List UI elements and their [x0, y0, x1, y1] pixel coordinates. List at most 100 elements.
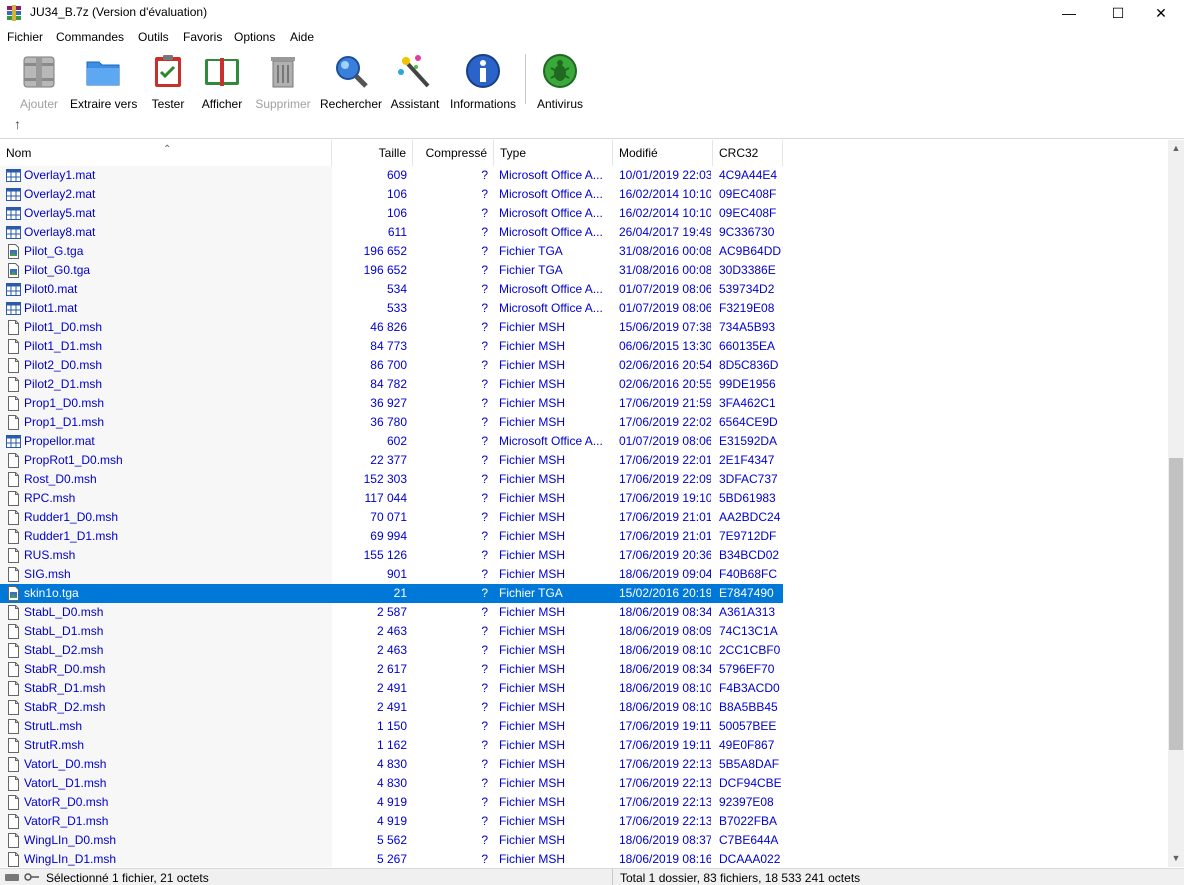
table-row[interactable]: WingLIn_D0.msh 5 562? Fichier MSH 18/06/201…	[0, 831, 783, 850]
table-row[interactable]: SIG.msh 901? Fichier MSH 18/06/2019 09:04 F4…	[0, 565, 783, 584]
file-icon	[6, 605, 21, 620]
delete-button[interactable]: Supprimer	[254, 52, 312, 111]
antivirus-button[interactable]: Antivirus	[534, 52, 586, 111]
file-crc32: B7022FBA	[719, 814, 778, 828]
file-compressed: ?	[481, 225, 488, 239]
table-row[interactable]: Pilot1.mat 533? Microsoft Office A... 01/07…	[0, 299, 783, 318]
table-row[interactable]: PropRot1_D0.msh 22 377? Fichier MSH 17/06/2…	[0, 451, 783, 470]
table-row[interactable]: Rost_D0.msh 152 303? Fichier MSH 17/06/2019…	[0, 470, 783, 489]
column-header-name[interactable]: ⌃ Nom	[0, 140, 332, 166]
file-name: Propellor.mat	[24, 434, 95, 448]
table-row[interactable]: Overlay8.mat 611? Microsoft Office A... 26/…	[0, 223, 783, 242]
test-button[interactable]: Tester	[148, 52, 188, 111]
wizard-button[interactable]: Assistant	[390, 52, 440, 111]
table-row[interactable]: StrutL.msh 1 150? Fichier MSH 17/06/2019 19…	[0, 717, 783, 736]
table-row[interactable]: StabR_D2.msh 2 491? Fichier MSH 18/06/2019 …	[0, 698, 783, 717]
menu-options[interactable]: Options	[234, 30, 275, 44]
add-button[interactable]: Ajouter	[16, 52, 62, 111]
file-crc32: 3FA462C1	[719, 396, 776, 410]
vertical-scrollbar[interactable]: ▲ ▼	[1168, 140, 1184, 867]
table-row[interactable]: StabR_D0.msh 2 617? Fichier MSH 18/06/2019 …	[0, 660, 783, 679]
maximize-button[interactable]: ☐	[1095, 0, 1141, 26]
menu-favoris[interactable]: Favoris	[183, 30, 222, 44]
file-modified: 18/06/2019 08:34	[619, 605, 711, 619]
file-size: 5 267	[376, 852, 407, 866]
table-row[interactable]: Overlay5.mat 106? Microsoft Office A... 16/…	[0, 204, 783, 223]
table-row[interactable]: WingLIn_D1.msh 5 267? Fichier MSH 18/06/201…	[0, 850, 783, 867]
table-row[interactable]: Prop1_D1.msh 36 780? Fichier MSH 17/06/2019…	[0, 413, 783, 432]
window-title: JU34_B.7z (Version d'évaluation)	[30, 5, 208, 19]
table-row[interactable]: VatorL_D1.msh 4 830? Fichier MSH 17/06/2019…	[0, 774, 783, 793]
file-list[interactable]: ⌃ Nom Taille Compressé Type Modifié CRC3…	[0, 140, 1168, 867]
file-crc32: F3219E08	[719, 301, 775, 315]
file-type: Fichier MSH	[499, 776, 566, 790]
table-row[interactable]: StabL_D0.msh 2 587? Fichier MSH 18/06/2019 …	[0, 603, 783, 622]
menu-commandes[interactable]: Commandes	[56, 30, 124, 44]
table-row[interactable]: Overlay1.mat 609? Microsoft Office A... 10/…	[0, 166, 783, 185]
table-row[interactable]: Pilot0.mat 534? Microsoft Office A... 01/07…	[0, 280, 783, 299]
table-row[interactable]: StabL_D1.msh 2 463? Fichier MSH 18/06/2019 …	[0, 622, 783, 641]
file-crc32: AA2BDC24	[719, 510, 781, 524]
scrollbar-thumb[interactable]	[1169, 458, 1183, 750]
table-row[interactable]: Pilot1_D0.msh 46 826? Fichier MSH 15/06/201…	[0, 318, 783, 337]
file-icon	[6, 548, 21, 563]
column-header-type[interactable]: Type	[494, 140, 613, 166]
menu-aide[interactable]: Aide	[290, 30, 314, 44]
table-row[interactable]: VatorR_D1.msh 4 919? Fichier MSH 17/06/2019…	[0, 812, 783, 831]
table-row[interactable]: skin1o.tga 21? Fichier TGA 15/02/2016 20:19…	[0, 584, 783, 603]
archive-add-icon	[23, 56, 55, 88]
table-row[interactable]: Pilot1_D1.msh 84 773? Fichier MSH 06/06/201…	[0, 337, 783, 356]
table-row[interactable]: VatorL_D0.msh 4 830? Fichier MSH 17/06/2019…	[0, 755, 783, 774]
info-button[interactable]: Informations	[448, 52, 518, 111]
file-size: 46 826	[370, 320, 407, 334]
table-row[interactable]: RPC.msh 117 044? Fichier MSH 17/06/2019 19:…	[0, 489, 783, 508]
column-header-crc32[interactable]: CRC32	[713, 140, 783, 166]
table-row[interactable]: StrutR.msh 1 162? Fichier MSH 17/06/2019 19…	[0, 736, 783, 755]
view-button[interactable]: Afficher	[200, 52, 244, 111]
table-row[interactable]: Rudder1_D1.msh 69 994? Fichier MSH 17/06/20…	[0, 527, 783, 546]
extract-to-button[interactable]: Extraire vers	[70, 52, 137, 111]
column-header-compressed[interactable]: Compressé	[413, 140, 494, 166]
list-header: ⌃ Nom Taille Compressé Type Modifié CRC3…	[0, 140, 1168, 166]
file-modified: 17/06/2019 21:01	[619, 529, 711, 543]
magic-wand-icon	[398, 55, 430, 88]
column-header-size[interactable]: Taille	[332, 140, 413, 166]
file-modified: 31/08/2016 00:08	[619, 263, 711, 277]
column-header-modified[interactable]: Modifié	[613, 140, 713, 166]
menu-outils[interactable]: Outils	[138, 30, 169, 44]
scroll-up-arrow-icon[interactable]: ▲	[1168, 140, 1184, 157]
file-type: Fichier MSH	[499, 738, 566, 752]
file-modified: 17/06/2019 22:09	[619, 472, 711, 486]
antivirus-bug-icon	[543, 54, 577, 88]
table-row[interactable]: Pilot2_D0.msh 86 700? Fichier MSH 02/06/201…	[0, 356, 783, 375]
table-row[interactable]: Pilot_G.tga 196 652? Fichier TGA 31/08/2016…	[0, 242, 783, 261]
minimize-button[interactable]: —	[1046, 0, 1092, 26]
file-crc32: 734A5B93	[719, 320, 776, 334]
file-icon	[6, 662, 21, 677]
scroll-down-arrow-icon[interactable]: ▼	[1168, 850, 1184, 867]
up-arrow-icon[interactable]: ↑	[14, 116, 21, 132]
table-row[interactable]: StabL_D2.msh 2 463? Fichier MSH 18/06/2019 …	[0, 641, 783, 660]
file-compressed: ?	[481, 795, 488, 809]
file-type: Microsoft Office A...	[499, 168, 603, 182]
menu-fichier[interactable]: Fichier	[7, 30, 43, 44]
file-type: Fichier TGA	[499, 586, 563, 600]
file-modified: 17/06/2019 22:02	[619, 415, 711, 429]
file-compressed: ?	[481, 662, 488, 676]
table-row[interactable]: VatorR_D0.msh 4 919? Fichier MSH 17/06/2019…	[0, 793, 783, 812]
table-row[interactable]: Pilot_G0.tga 196 652? Fichier TGA 31/08/201…	[0, 261, 783, 280]
table-row[interactable]: Pilot2_D1.msh 84 782? Fichier MSH 02/06/201…	[0, 375, 783, 394]
table-row[interactable]: Rudder1_D0.msh 70 071? Fichier MSH 17/06/20…	[0, 508, 783, 527]
table-row[interactable]: Overlay2.mat 106? Microsoft Office A... 16/…	[0, 185, 783, 204]
file-compressed: ?	[481, 852, 488, 866]
table-row[interactable]: Propellor.mat 602? Microsoft Office A... 01…	[0, 432, 783, 451]
table-row[interactable]: StabR_D1.msh 2 491? Fichier MSH 18/06/2019 …	[0, 679, 783, 698]
file-name: Rost_D0.msh	[24, 472, 97, 486]
file-name: Overlay1.mat	[24, 168, 96, 182]
search-button[interactable]: Rechercher	[320, 52, 382, 111]
table-row[interactable]: Prop1_D0.msh 36 927? Fichier MSH 17/06/2019…	[0, 394, 783, 413]
file-modified: 18/06/2019 08:37	[619, 833, 711, 847]
close-button[interactable]: ✕	[1138, 0, 1184, 26]
table-row[interactable]: RUS.msh 155 126? Fichier MSH 17/06/2019 20:…	[0, 546, 783, 565]
file-modified: 01/07/2019 08:06	[619, 282, 711, 296]
